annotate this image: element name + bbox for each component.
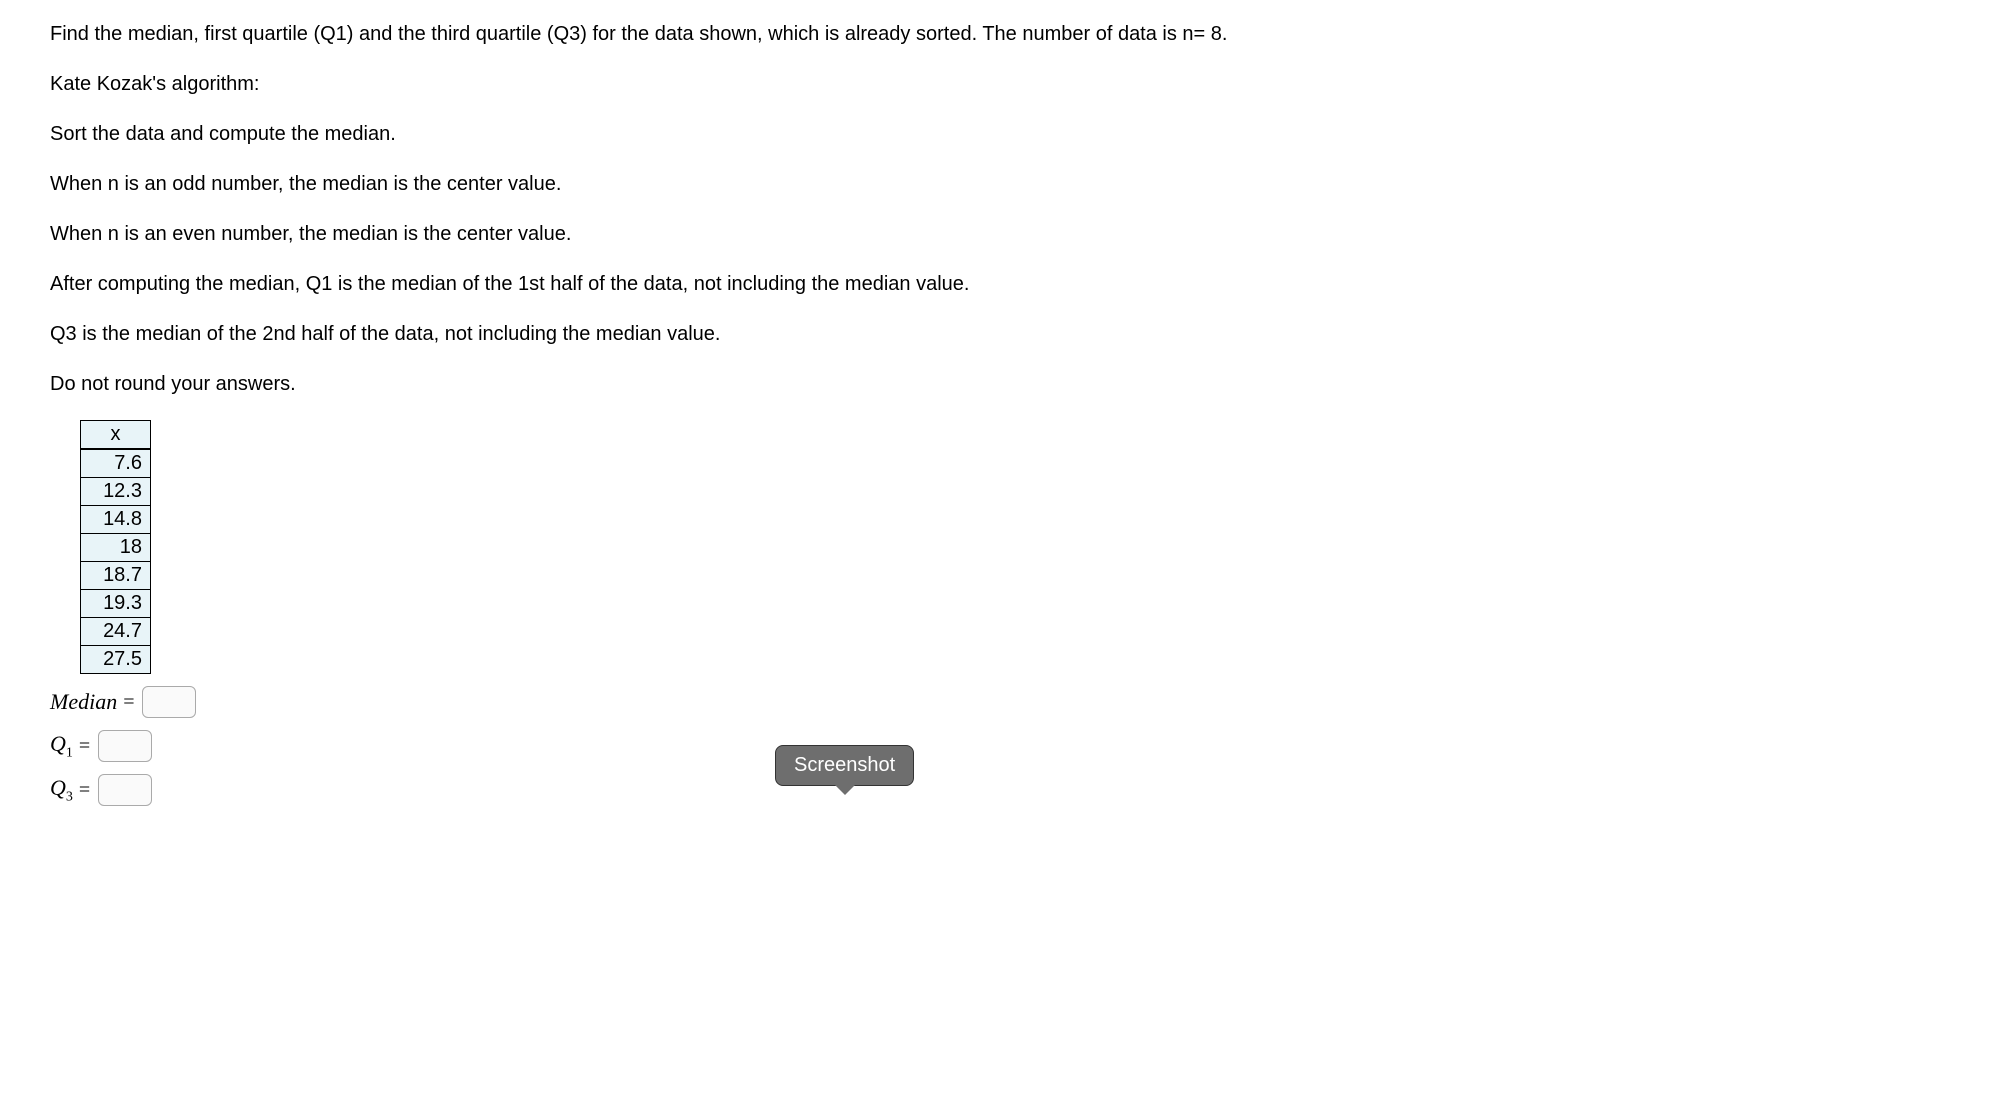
median-label: Median — [50, 689, 117, 715]
q3-input[interactable] — [98, 774, 152, 806]
table-header-x: x — [81, 421, 151, 450]
q1-label: Q1 — [50, 731, 73, 761]
question-content: Find the median, first quartile (Q1) and… — [50, 20, 1950, 806]
equals-sign: = — [79, 779, 90, 802]
step-sort: Sort the data and compute the median. — [50, 120, 1950, 148]
median-row: Median = — [50, 686, 1950, 718]
table-row: 19.3 — [81, 590, 151, 618]
question-intro: Find the median, first quartile (Q1) and… — [50, 20, 1950, 48]
table-row: 7.6 — [81, 449, 151, 478]
step-odd: When n is an odd number, the median is t… — [50, 170, 1950, 198]
step-q1: After computing the median, Q1 is the me… — [50, 270, 1950, 298]
q1-input[interactable] — [98, 730, 152, 762]
screenshot-tooltip: Screenshot — [775, 745, 914, 786]
median-input[interactable] — [142, 686, 196, 718]
answers-section: Median = Q1 = Q3 = — [50, 686, 1950, 806]
table-row: 18.7 — [81, 562, 151, 590]
data-table: x 7.6 12.3 14.8 18 18.7 19.3 24.7 27.5 — [80, 420, 151, 674]
step-q3: Q3 is the median of the 2nd half of the … — [50, 320, 1950, 348]
algorithm-title: Kate Kozak's algorithm: — [50, 70, 1950, 98]
table-row: 12.3 — [81, 478, 151, 506]
equals-sign: = — [79, 735, 90, 758]
table-row: 18 — [81, 534, 151, 562]
no-round: Do not round your answers. — [50, 370, 1950, 398]
q1-row: Q1 = — [50, 730, 1950, 762]
table-row: 14.8 — [81, 506, 151, 534]
step-even: When n is an even number, the median is … — [50, 220, 1950, 248]
equals-sign: = — [123, 691, 134, 714]
q3-row: Q3 = — [50, 774, 1950, 806]
table-row: 27.5 — [81, 646, 151, 674]
q3-label: Q3 — [50, 775, 73, 805]
table-row: 24.7 — [81, 618, 151, 646]
